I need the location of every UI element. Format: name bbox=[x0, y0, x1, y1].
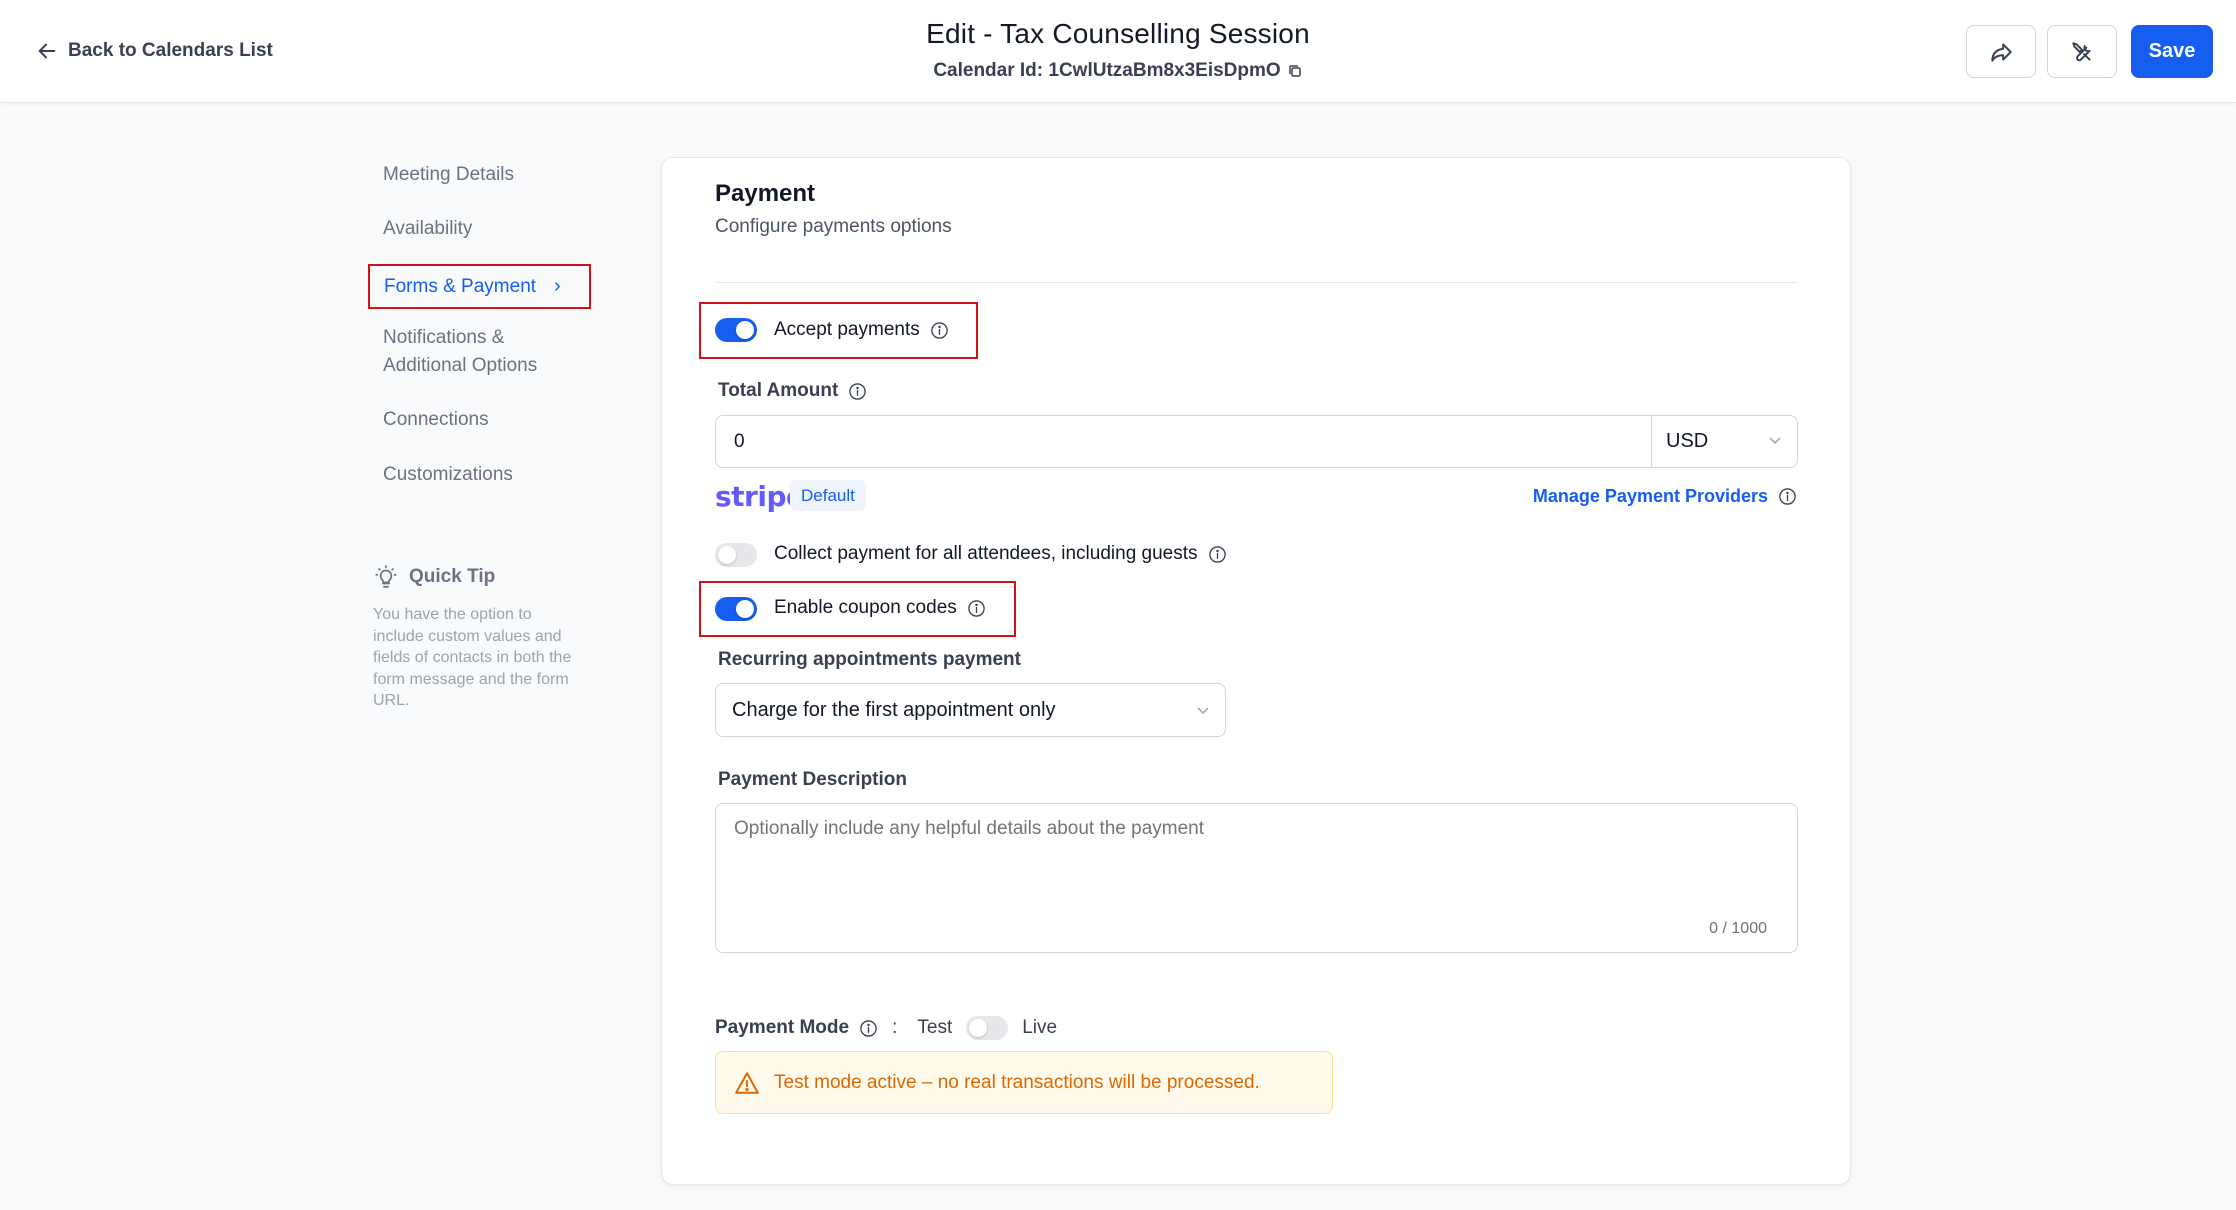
currency-select[interactable]: USD bbox=[1651, 416, 1797, 467]
info-icon[interactable] bbox=[1208, 545, 1227, 564]
chevron-right-icon: › bbox=[554, 275, 561, 297]
toggle-knob bbox=[736, 600, 754, 618]
payment-title: Payment bbox=[715, 180, 816, 207]
payment-mode-live-label: Live bbox=[1022, 1017, 1058, 1038]
payment-mode-toggle[interactable] bbox=[966, 1016, 1009, 1040]
default-badge: Default bbox=[790, 480, 866, 511]
manage-payment-providers-link[interactable]: Manage Payment Providers bbox=[1533, 486, 1797, 507]
collect-all-row: Collect payment for all attendees, inclu… bbox=[774, 543, 1227, 565]
accept-payments-label: Accept payments bbox=[774, 319, 920, 340]
coupon-codes-toggle[interactable] bbox=[715, 597, 757, 621]
copy-icon[interactable] bbox=[1287, 63, 1303, 79]
sidebar-item-label: Additional Options bbox=[383, 355, 538, 376]
sidebar-item-label: Notifications & bbox=[383, 327, 505, 348]
payment-mode-row: Payment Mode : Test Live bbox=[715, 1016, 1057, 1040]
quick-tip-header: Quick Tip bbox=[373, 564, 583, 590]
sidebar-item-meeting-details[interactable]: Meeting Details bbox=[383, 161, 514, 189]
calendar-id-text: Calendar Id: 1CwlUtzaBm8x3EisDpmO bbox=[933, 60, 1281, 81]
collect-all-toggle[interactable] bbox=[715, 543, 757, 567]
payment-subtitle: Configure payments options bbox=[715, 216, 952, 237]
warning-text: Test mode active – no real transactions … bbox=[774, 1071, 1260, 1093]
payment-mode-separator: : bbox=[892, 1017, 898, 1038]
payment-description-label: Payment Description bbox=[718, 769, 907, 790]
quick-tip-body: You have the option to include custom va… bbox=[373, 606, 572, 709]
save-button[interactable]: Save bbox=[2131, 25, 2213, 78]
info-icon[interactable] bbox=[848, 382, 867, 401]
toggle-knob bbox=[718, 546, 736, 564]
quick-tip-title: Quick Tip bbox=[409, 566, 496, 587]
info-icon[interactable] bbox=[967, 599, 986, 618]
manage-providers-label: Manage Payment Providers bbox=[1532, 486, 1768, 506]
tools-button[interactable] bbox=[2047, 25, 2117, 78]
total-amount-value: 0 bbox=[734, 431, 745, 452]
info-icon[interactable] bbox=[859, 1019, 878, 1038]
coupon-codes-label: Enable coupon codes bbox=[774, 597, 957, 618]
info-icon[interactable] bbox=[1778, 487, 1797, 506]
sidebar-item-notifications[interactable]: Notifications & Additional Options bbox=[383, 324, 537, 380]
quick-tip: Quick Tip You have the option to include… bbox=[373, 564, 583, 712]
recurring-payment-select[interactable]: Charge for the first appointment only bbox=[715, 683, 1226, 737]
total-amount-label-row: Total Amount bbox=[718, 380, 867, 402]
title-area: Edit - Tax Counselling Session Calendar … bbox=[0, 18, 2236, 82]
test-mode-warning: Test mode active – no real transactions … bbox=[715, 1051, 1333, 1114]
payment-mode-label: Payment Mode bbox=[715, 1017, 850, 1038]
payment-mode-test-label: Test bbox=[917, 1017, 953, 1038]
toggle-knob bbox=[969, 1019, 988, 1037]
payment-description-input[interactable] bbox=[715, 803, 1798, 953]
share-icon bbox=[1991, 42, 2012, 62]
lightbulb-icon bbox=[375, 565, 397, 588]
warning-icon bbox=[735, 1071, 759, 1094]
sidebar-item-availability[interactable]: Availability bbox=[383, 215, 472, 243]
collect-all-label: Collect payment for all attendees, inclu… bbox=[774, 543, 1198, 564]
tools-icon bbox=[2072, 41, 2091, 61]
share-button[interactable] bbox=[1966, 25, 2036, 78]
info-icon[interactable] bbox=[930, 321, 949, 340]
sidebar-item-forms-payment[interactable]: Forms & Payment › bbox=[368, 264, 591, 309]
coupon-codes-row: Enable coupon codes bbox=[774, 597, 986, 619]
recurring-payment-value: Charge for the first appointment only bbox=[732, 698, 1056, 721]
recurring-label: Recurring appointments payment bbox=[718, 649, 1021, 670]
accept-payments-row: Accept payments bbox=[774, 319, 949, 341]
accept-payments-toggle[interactable] bbox=[715, 318, 757, 342]
toggle-knob bbox=[736, 321, 754, 339]
chevron-down-icon bbox=[1197, 707, 1209, 715]
page-title: Edit - Tax Counselling Session bbox=[926, 18, 1310, 49]
description-char-counter: 0 / 1000 bbox=[1709, 920, 1767, 937]
total-amount-input[interactable]: 0 USD bbox=[715, 415, 1798, 468]
sidebar-item-label: Forms & Payment bbox=[384, 275, 537, 297]
payment-card: Payment Configure payments options Accep… bbox=[661, 157, 1851, 1185]
calendar-id: Calendar Id: 1CwlUtzaBm8x3EisDpmO bbox=[933, 60, 1302, 82]
chevron-down-icon bbox=[1769, 437, 1781, 445]
divider bbox=[715, 282, 1798, 283]
sidebar-item-customizations[interactable]: Customizations bbox=[383, 461, 513, 489]
currency-value: USD bbox=[1666, 430, 1709, 452]
total-amount-label: Total Amount bbox=[718, 380, 839, 401]
sidebar-item-connections[interactable]: Connections bbox=[383, 406, 489, 434]
top-bar: Back to Calendars List Edit - Tax Counse… bbox=[0, 0, 2236, 103]
